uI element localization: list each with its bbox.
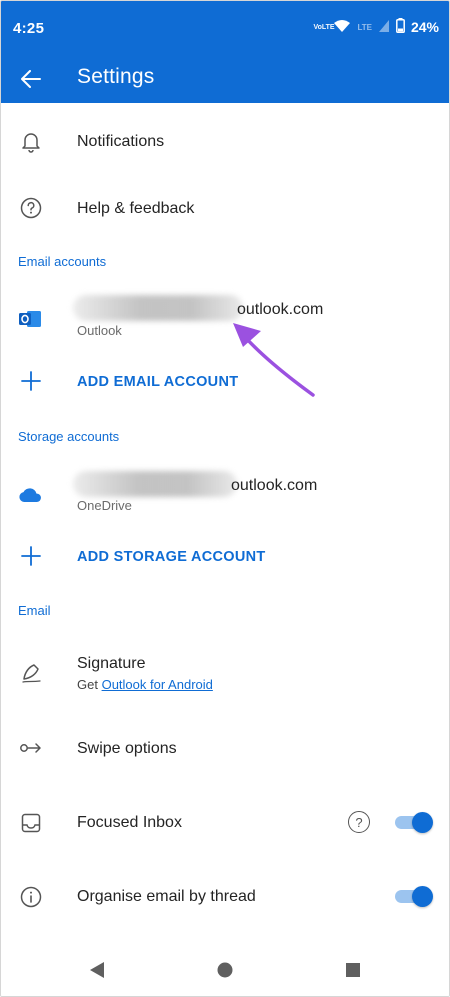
swipe-options-row[interactable]: Swipe options [1, 719, 449, 777]
pen-icon [19, 661, 43, 685]
add-email-account-label: ADD EMAIL ACCOUNT [77, 374, 239, 390]
notifications-row[interactable]: Notifications [1, 113, 449, 171]
wifi-icon [333, 19, 351, 36]
arrow-left-icon [21, 70, 41, 88]
square-recents-icon [346, 963, 360, 977]
outlook-logo-icon [18, 307, 42, 331]
organise-by-thread-label: Organise email by thread [77, 888, 256, 905]
bell-icon [19, 130, 43, 154]
outlook-account-type: Outlook [77, 323, 122, 338]
add-email-account-button[interactable]: ADD EMAIL ACCOUNT [1, 359, 449, 405]
focused-inbox-row[interactable]: Focused Inbox ? [1, 793, 449, 851]
battery-percentage: 24% [410, 19, 439, 35]
page-title: Settings [77, 65, 155, 88]
redacted-email [73, 295, 243, 321]
app-bar: Settings [1, 53, 449, 103]
triangle-back-icon [90, 962, 104, 978]
toggle-thumb [412, 886, 433, 907]
help-feedback-label: Help & feedback [77, 200, 195, 217]
system-navigation-bar [1, 941, 449, 996]
swipe-options-label: Swipe options [77, 740, 177, 757]
status-time: 4:25 [13, 20, 45, 37]
volte-indicator: VoLTE [313, 23, 335, 31]
add-storage-account-button[interactable]: ADD STORAGE ACCOUNT [1, 533, 449, 579]
focused-inbox-toggle[interactable] [395, 812, 433, 833]
help-feedback-row[interactable]: Help & feedback [1, 179, 449, 237]
signature-value: Get Outlook for Android [77, 677, 213, 692]
outlook-account-row[interactable]: outlook.com Outlook [1, 285, 449, 347]
focused-inbox-help-icon[interactable]: ? [348, 811, 370, 833]
lte-indicator: LTE [357, 22, 372, 32]
notifications-label: Notifications [77, 133, 165, 150]
signature-row[interactable]: Signature Get Outlook for Android [1, 641, 449, 705]
signal-icon [378, 19, 390, 36]
redacted-email [73, 471, 237, 497]
swipe-arrow-icon [19, 736, 43, 760]
onedrive-account-type: OneDrive [77, 498, 132, 513]
circle-home-icon [217, 962, 233, 978]
add-storage-account-label: ADD STORAGE ACCOUNT [77, 549, 266, 565]
question-circle-icon [19, 196, 43, 220]
status-bar: 4:25 VoLTE LTE 24% [1, 1, 449, 53]
nav-back-button[interactable] [89, 961, 105, 979]
outlook-for-android-link[interactable]: Outlook for Android [102, 677, 213, 692]
onedrive-account-row[interactable]: outlook.com OneDrive [1, 463, 449, 521]
back-button[interactable] [15, 63, 47, 95]
onedrive-account-domain: outlook.com [231, 477, 318, 494]
info-circle-icon [19, 885, 43, 909]
inbox-tray-icon [19, 811, 43, 835]
storage-accounts-header: Storage accounts [18, 429, 120, 444]
screen: 4:25 VoLTE LTE 24% Settings Notification… [0, 0, 450, 997]
nav-recents-button[interactable] [345, 962, 361, 978]
email-section-header: Email [18, 603, 51, 618]
nav-home-button[interactable] [217, 962, 233, 978]
battery-icon [396, 18, 405, 36]
plus-icon [19, 369, 43, 393]
email-accounts-header: Email accounts [18, 254, 107, 269]
organise-by-thread-row[interactable]: Organise email by thread [1, 867, 449, 925]
plus-icon [19, 544, 43, 568]
signature-label: Signature [77, 655, 146, 672]
annotation-arrow-icon [233, 323, 315, 397]
focused-inbox-label: Focused Inbox [77, 814, 182, 831]
onedrive-cloud-icon [18, 483, 42, 507]
toggle-thumb [412, 812, 433, 833]
status-indicators: VoLTE LTE 24% [313, 18, 439, 36]
organise-by-thread-toggle[interactable] [395, 886, 433, 907]
signature-prefix: Get [77, 677, 102, 692]
